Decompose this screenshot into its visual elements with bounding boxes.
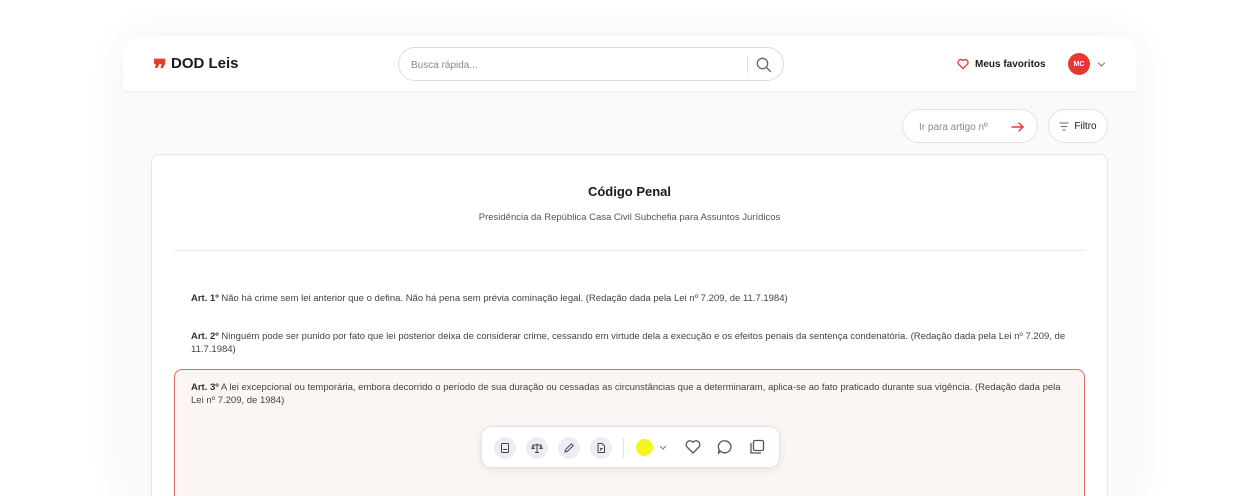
favorites-label: Meus favoritos [975,58,1046,70]
goto-article-input[interactable] [919,119,1005,135]
goto-article-field [902,109,1038,143]
heart-icon[interactable] [684,438,702,456]
document-link-button[interactable] [590,437,612,459]
document-subtitle: Presidência da República Casa Civil Subc… [478,212,781,223]
logo[interactable]: ❞ DOD Leis [153,54,239,85]
favorites-link[interactable]: Meus favoritos [957,58,1046,70]
search-bar [398,47,784,81]
filter-label: Filtro [1074,120,1097,132]
search-icon[interactable] [755,56,773,74]
chevron-down-icon[interactable] [659,444,667,452]
top-header: ❞ DOD Leis Meus favoritos MC [123,36,1136,92]
toolbar-divider [623,438,624,458]
article-number: Art. 3º [191,382,219,393]
article-2[interactable]: Art. 2º Ninguém pode ser punido por fato… [191,330,1071,356]
document-title: Código Penal [587,184,672,199]
article-number: Art. 2º [191,331,219,342]
search-input[interactable] [411,56,731,74]
article-number: Art. 1º [191,293,219,304]
logo-text: DOD Leis [171,55,239,72]
scale-icon [531,443,543,453]
copy-icon[interactable] [748,438,766,456]
book-icon [501,443,509,453]
search-divider [747,56,748,73]
article-text: Não há crime sem lei anterior que o defi… [218,293,788,304]
chevron-down-icon[interactable] [1097,60,1106,69]
user-avatar[interactable]: MC [1068,53,1090,75]
highlight-color-swatch[interactable] [636,439,653,456]
jurisprudence-button[interactable] [526,437,548,459]
article-1[interactable]: Art. 1º Não há crime sem lei anterior qu… [191,292,1071,305]
book-button[interactable] [494,437,516,459]
title-divider [174,250,1085,251]
quote-logo-icon: ❞ [153,54,167,85]
article-action-toolbar [481,426,780,468]
law-document: Código Penal Presidência da República Ca… [151,154,1108,496]
document-link-icon [597,443,605,453]
heart-icon [957,58,969,70]
arrow-right-icon[interactable] [1011,121,1025,133]
article-text: Ninguém pode ser punido por fato que lei… [191,331,1066,355]
annotate-button[interactable] [558,437,580,459]
pencil-icon [564,443,574,453]
filter-button[interactable]: Filtro [1048,109,1108,143]
article-text: A lei excepcional ou temporária, embora … [191,382,1061,406]
filter-icon [1059,122,1069,130]
comment-icon[interactable] [716,438,734,456]
app-window: ❞ DOD Leis Meus favoritos MC [123,36,1136,496]
article-3: Art. 3º A lei excepcional ou temporária,… [191,381,1071,407]
